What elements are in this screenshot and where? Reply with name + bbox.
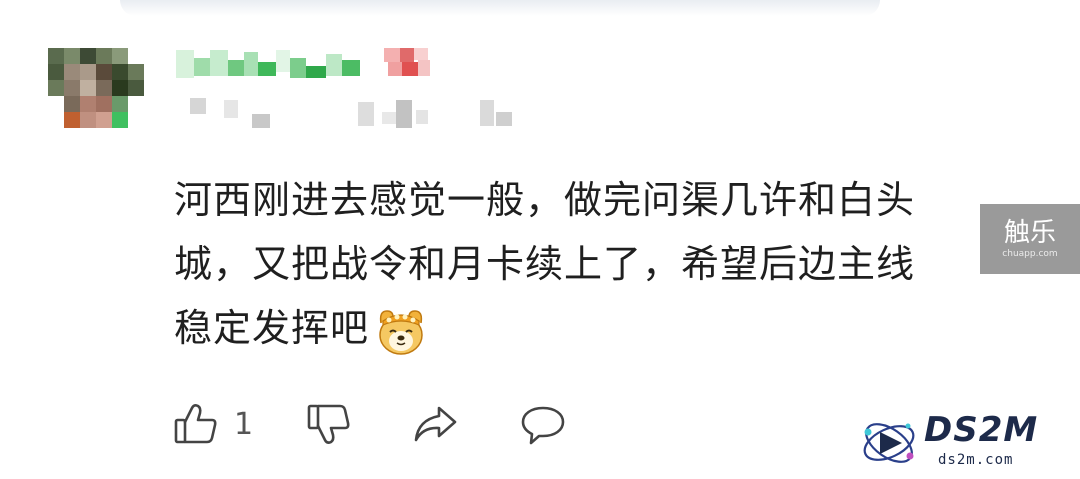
- avatar[interactable]: [48, 48, 144, 128]
- share-button[interactable]: [411, 400, 459, 448]
- comment-line-3: 稳定发挥吧: [174, 306, 370, 350]
- doge-emoji-icon: [379, 309, 423, 355]
- share-icon: [414, 406, 457, 442]
- comment-icon: [521, 406, 565, 445]
- ds2m-watermark-url: ds2m.com: [938, 452, 1014, 468]
- comment-text: 河西刚进去感觉一般，做完问渠几许和白头 城，又把战令和月卡续上了，希望后边主线 …: [174, 168, 1044, 360]
- comment-meta-redacted: [190, 92, 530, 132]
- chuyue-watermark-title: 触乐: [1003, 218, 1056, 248]
- comment-line-1: 河西刚进去感觉一般，做完问渠几许和白头: [174, 178, 916, 222]
- comment-line-2: 城，又把战令和月卡续上了，希望后边主线: [174, 242, 916, 286]
- reply-button[interactable]: [519, 400, 567, 448]
- thumbs-down-icon: [307, 404, 350, 444]
- ds2m-watermark-logo: DS2M: [924, 410, 1039, 450]
- chuyue-watermark-url: chuapp.com: [1002, 249, 1058, 259]
- top-edge-shadow: [120, 0, 880, 16]
- username-redacted[interactable]: [176, 46, 456, 82]
- ds2m-watermark: DS2M ds2m.com: [858, 410, 1068, 476]
- ds2m-logo-icon: [863, 423, 915, 463]
- like-button[interactable]: 1: [172, 400, 305, 448]
- comment-action-bar: 1: [172, 398, 567, 450]
- dislike-button[interactable]: [305, 400, 353, 448]
- chuyue-watermark: 触乐 chuapp.com: [980, 204, 1080, 274]
- like-count: 1: [234, 406, 254, 442]
- thumbs-up-icon: [174, 404, 217, 444]
